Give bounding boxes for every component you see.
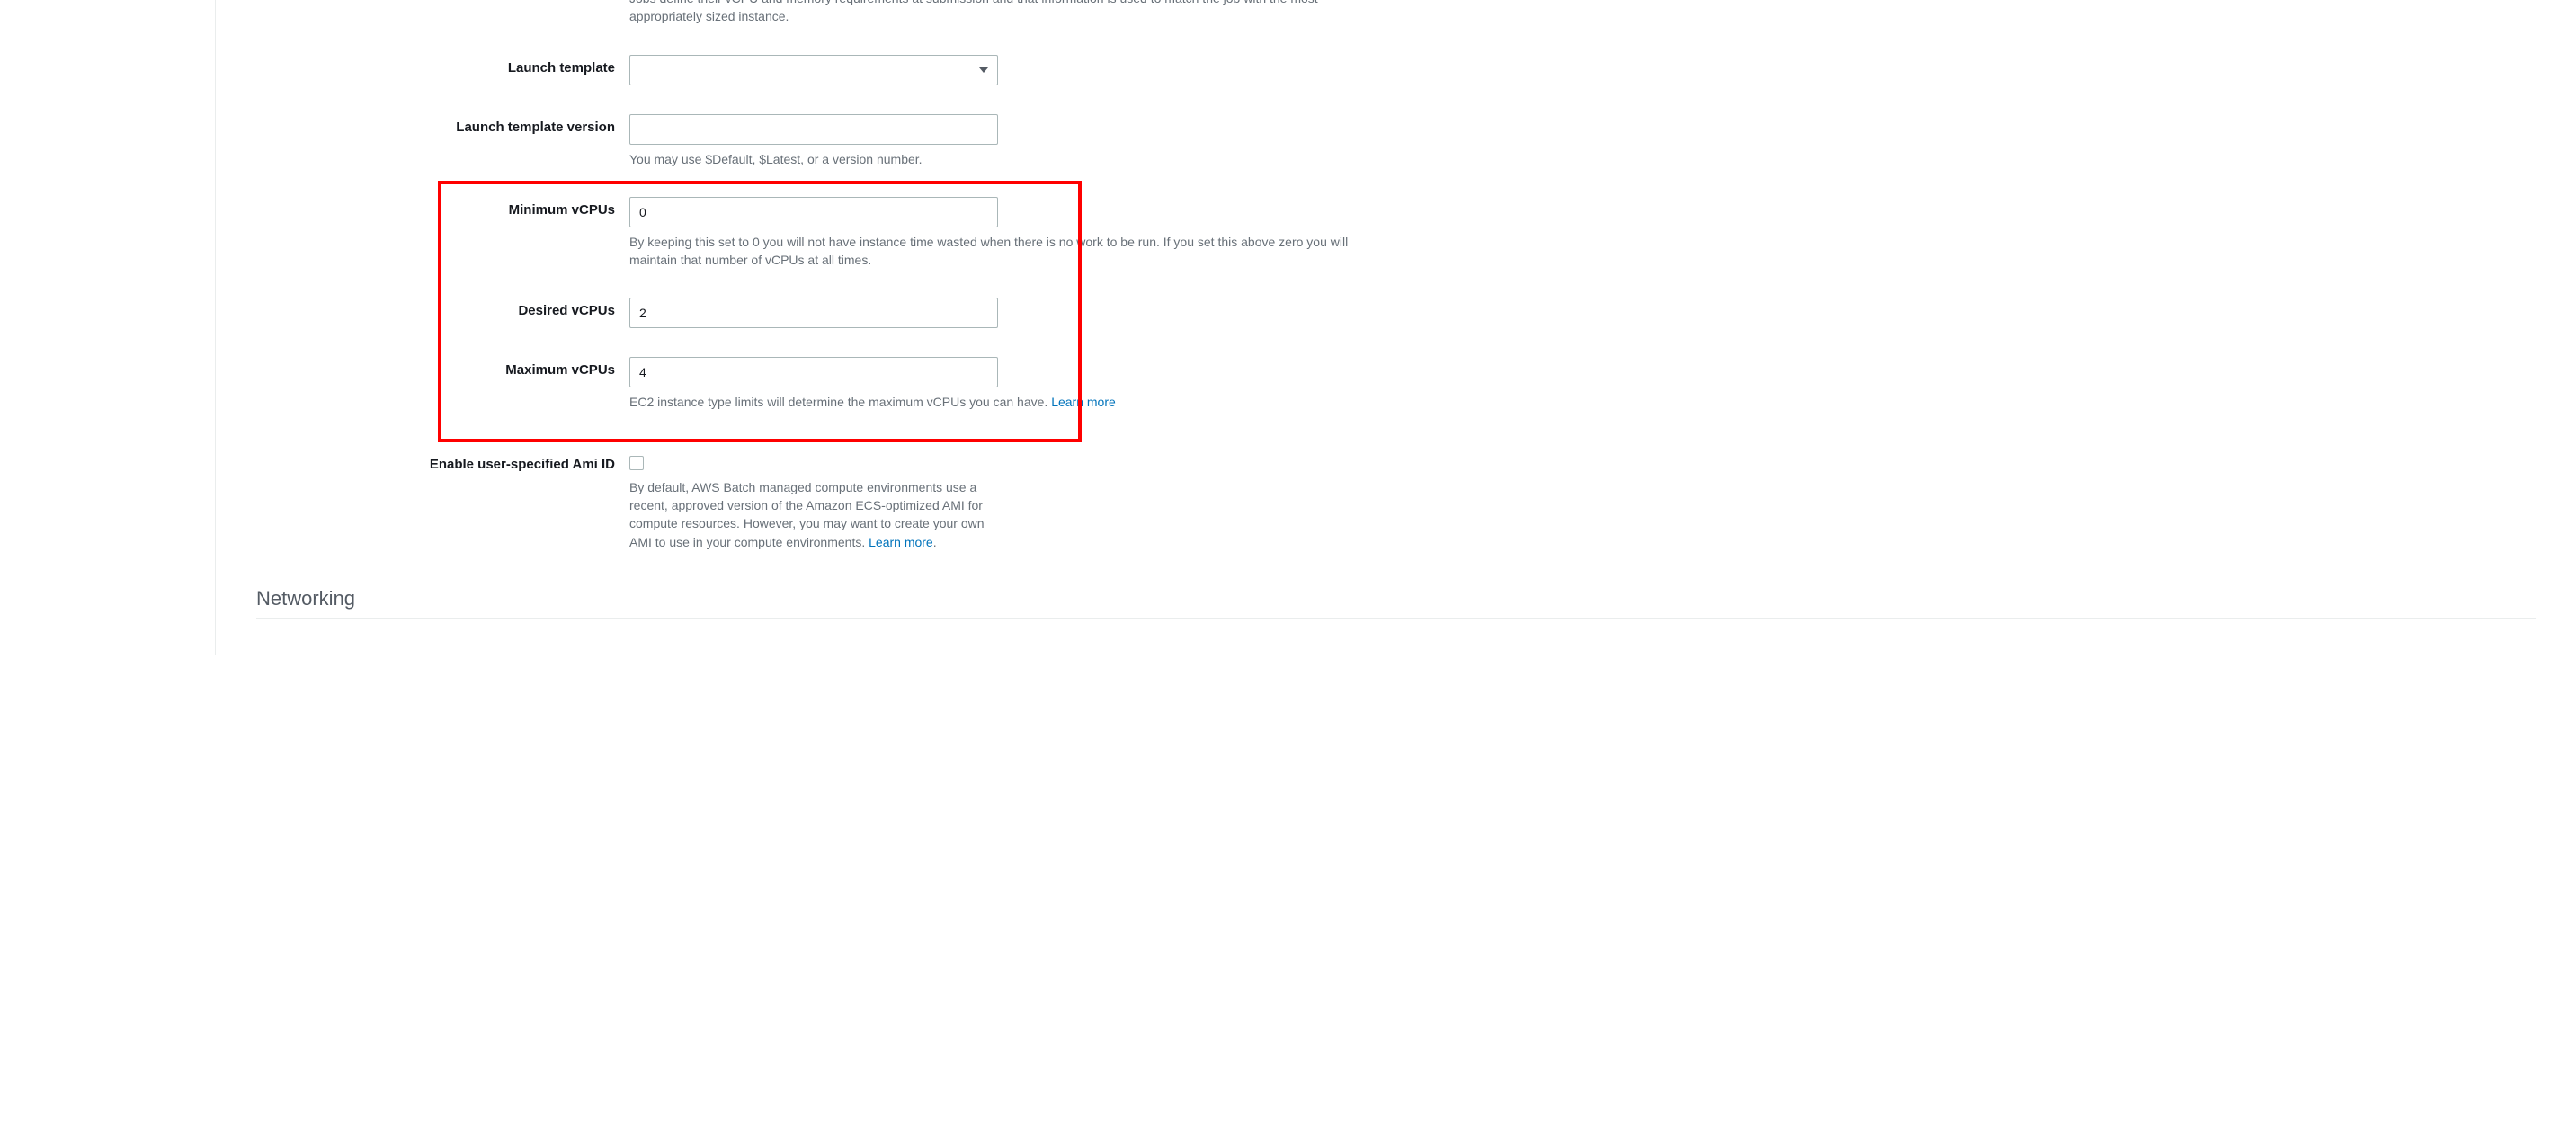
max-vcpus-input[interactable]	[629, 357, 998, 387]
caret-down-icon	[979, 67, 988, 73]
max-vcpus-help-text: EC2 instance type limits will determine …	[629, 395, 1051, 409]
min-vcpus-label: Minimum vCPUs	[256, 197, 629, 270]
main-form: Jobs define their vCPU and memory requir…	[216, 0, 2576, 655]
enable-ami-help: By default, AWS Batch managed compute en…	[629, 478, 996, 551]
launch-template-select[interactable]	[629, 55, 998, 85]
left-nav-spacer	[0, 0, 216, 655]
max-vcpus-label: Maximum vCPUs	[256, 357, 629, 411]
min-vcpus-row: Minimum vCPUs By keeping this set to 0 y…	[256, 183, 2536, 284]
max-vcpus-help: EC2 instance type limits will determine …	[629, 393, 1367, 411]
min-vcpus-input[interactable]	[629, 197, 998, 227]
desired-vcpus-label: Desired vCPUs	[256, 298, 629, 328]
networking-section-heading: Networking	[256, 587, 2536, 619]
launch-template-version-help: You may use $Default, $Latest, or a vers…	[629, 150, 1367, 168]
enable-ami-label: Enable user-specified Ami ID	[256, 451, 629, 551]
intro-row: Jobs define their vCPU and memory requir…	[256, 0, 2536, 40]
enable-ami-learn-more-link[interactable]: Learn more	[869, 535, 933, 549]
min-vcpus-help: By keeping this set to 0 you will not ha…	[629, 233, 1367, 270]
launch-template-version-row: Launch template version You may use $Def…	[256, 100, 2536, 183]
launch-template-row: Launch template	[256, 40, 2536, 100]
launch-template-label: Launch template	[256, 55, 629, 85]
enable-ami-checkbox[interactable]	[629, 456, 644, 470]
desired-vcpus-input[interactable]	[629, 298, 998, 328]
launch-template-version-input[interactable]	[629, 114, 998, 145]
max-vcpus-learn-more-link[interactable]: Learn more	[1051, 395, 1116, 409]
enable-ami-row: Enable user-specified Ami ID By default,…	[256, 426, 2536, 566]
intro-help-text: Jobs define their vCPU and memory requir…	[629, 0, 1367, 26]
launch-template-version-label: Launch template version	[256, 114, 629, 168]
max-vcpus-row: Maximum vCPUs EC2 instance type limits w…	[256, 343, 2536, 425]
desired-vcpus-row: Desired vCPUs	[256, 283, 2536, 343]
